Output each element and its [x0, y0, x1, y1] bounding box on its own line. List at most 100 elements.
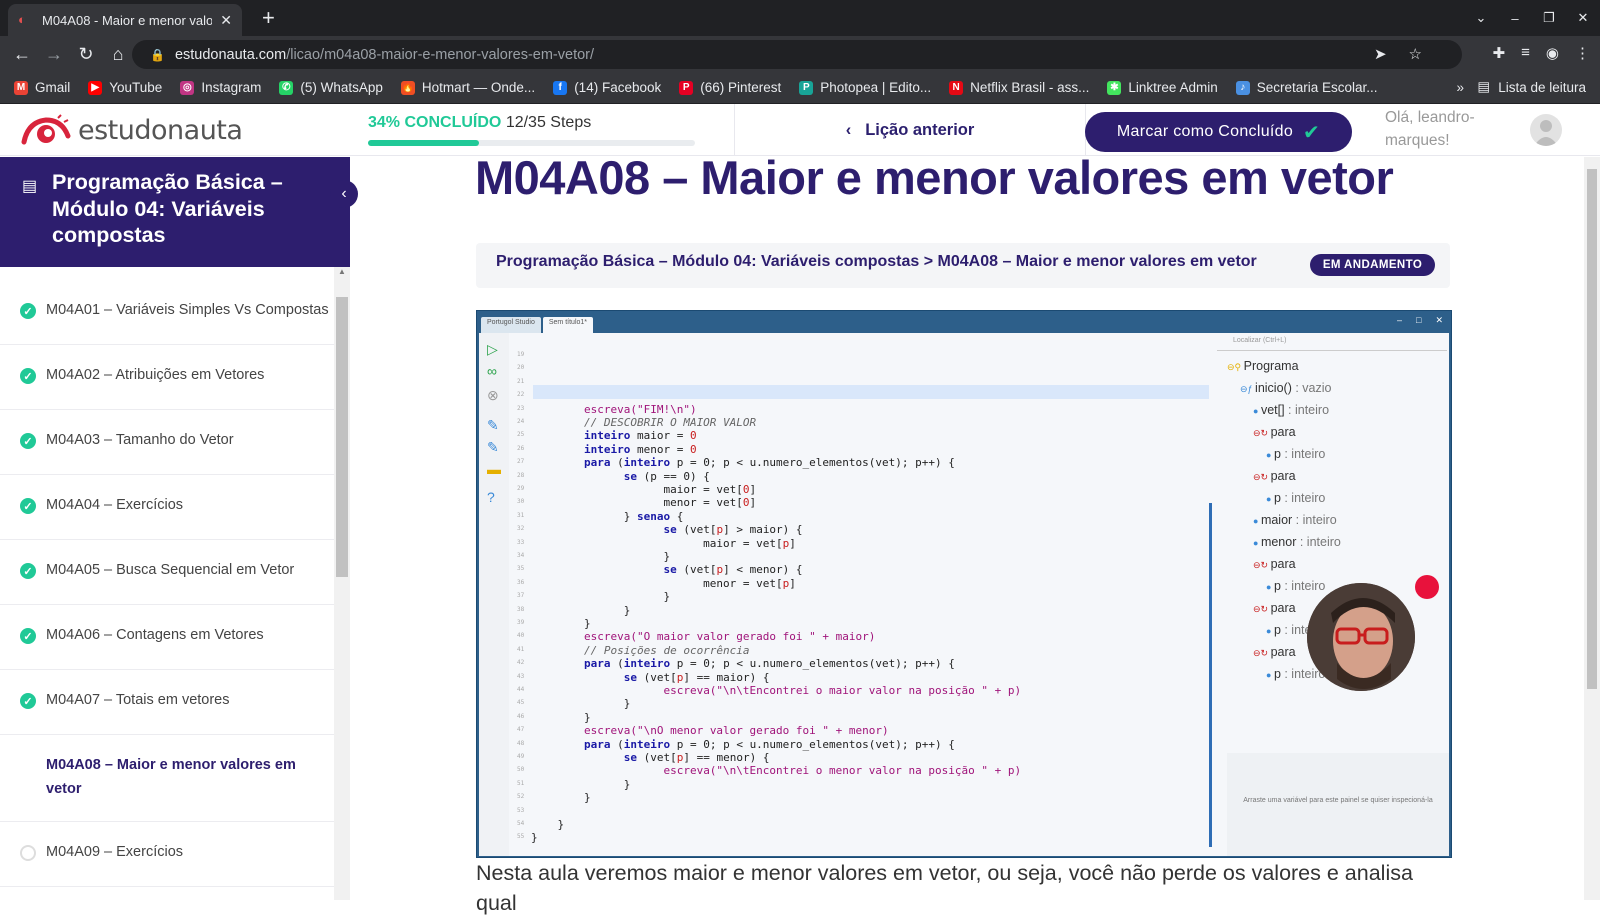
close-tab-icon[interactable]: ✕: [220, 12, 232, 29]
lesson-label: M04A07 – Totais em vetores: [46, 692, 230, 708]
estudonauta-logo[interactable]: estudonauta: [18, 112, 243, 148]
completed-check-icon: ✓: [20, 368, 36, 384]
bookmark-item[interactable]: N Netflix Brasil - ass...: [949, 80, 1089, 95]
bookmark-star-icon[interactable]: ☆: [1409, 45, 1422, 63]
sidebar-scroll-thumb[interactable]: [336, 297, 348, 577]
tree-node-icon: ⊖↻: [1253, 560, 1271, 570]
address-bar[interactable]: 🔒 estudonauta.com/licao/m04a08-maior-e-m…: [132, 40, 1462, 69]
send-icon[interactable]: ➤: [1374, 45, 1387, 63]
back-icon[interactable]: ←: [6, 44, 38, 65]
bookmark-favicon-icon: ◎: [180, 80, 195, 95]
lock-icon[interactable]: 🔒: [150, 48, 165, 62]
reload-icon[interactable]: ↻: [70, 44, 102, 65]
progress-percent: 34% CONCLUÍDO: [368, 114, 502, 131]
tree-node-label: vet[]: [1260, 403, 1285, 417]
more-bookmarks-icon[interactable]: »: [1456, 80, 1464, 95]
reading-list-button[interactable]: ▤ Lista de leitura: [1477, 79, 1586, 95]
media-icon[interactable]: ≡: [1521, 44, 1530, 62]
bookmark-favicon-icon: ✆: [279, 80, 294, 95]
bookmark-item[interactable]: P Photopea | Edito...: [799, 80, 931, 95]
bookmark-item[interactable]: ◎ Instagram: [180, 80, 261, 95]
bookmark-item[interactable]: ♪ Secretaria Escolar...: [1235, 80, 1378, 95]
user-avatar[interactable]: [1530, 114, 1562, 146]
bookmark-favicon-icon: f: [553, 80, 568, 95]
lesson-label: M04A04 – Exercícios: [46, 497, 184, 513]
lesson-item[interactable]: ✓ M04A02 – Atribuições em Vetores: [0, 345, 334, 410]
tree-node-label: para: [1270, 469, 1296, 483]
bookmark-item[interactable]: ✆ (5) WhatsApp: [279, 80, 383, 95]
toolbar-actions: ✚ ≡ ◉ ⋮: [1493, 44, 1590, 62]
mark-complete-button[interactable]: Marcar como Concluído ✔: [1085, 112, 1352, 152]
line-number: 35: [517, 565, 525, 573]
bookmark-label: Gmail: [35, 80, 71, 95]
line-number: 51: [517, 779, 525, 787]
extensions-icon[interactable]: ✚: [1493, 44, 1506, 62]
mark-complete-label: Marcar como Concluído: [1116, 123, 1294, 140]
scroll-up-icon[interactable]: ▲: [338, 267, 346, 276]
home-icon[interactable]: ⌂: [102, 44, 134, 65]
code-line: se (p == 0) {: [623, 469, 710, 483]
code-line: } senao {: [531, 509, 684, 523]
menu-icon[interactable]: ⋮: [1575, 44, 1590, 62]
tree-node-icon: ⊖↻: [1253, 472, 1271, 482]
tree-node-icon: ⊖↻: [1253, 428, 1271, 438]
lesson-item[interactable]: ✓ M04A05 – Busca Sequencial em Vetor: [0, 540, 334, 605]
lesson-item[interactable]: M04A08 – Maior e menor valores em vetor: [0, 735, 334, 822]
lesson-item[interactable]: ✓ M04A07 – Totais em vetores: [0, 670, 334, 735]
line-number: 37: [517, 592, 525, 600]
forward-icon[interactable]: →: [38, 44, 70, 65]
page-scrollbar[interactable]: [1584, 157, 1600, 900]
completed-check-icon: ✓: [20, 498, 36, 514]
lesson-item[interactable]: ✓ M04A04 – Exercícios: [0, 475, 334, 540]
restore-icon[interactable]: ❐: [1532, 10, 1566, 26]
tab-search-icon[interactable]: ⌄: [1464, 10, 1498, 26]
sidebar-collapse-button[interactable]: ‹: [330, 180, 358, 208]
lesson-item[interactable]: M04A09 – Exercícios: [0, 822, 334, 887]
code-line: para (inteiro p = 0; p < u.numero_elemen…: [583, 456, 955, 470]
tree-node-type: : vazio: [1291, 381, 1332, 395]
page-scroll-thumb[interactable]: [1587, 169, 1597, 689]
completed-check-icon: ✓: [20, 628, 36, 644]
reading-list-icon: ▤: [1477, 79, 1491, 94]
lesson-item[interactable]: ✓ M04A06 – Contagens em Vetores: [0, 605, 334, 670]
code-line: inteiro menor = 0: [583, 442, 697, 456]
bookmark-label: YouTube: [109, 80, 163, 95]
instructor-webcam: [1307, 583, 1415, 691]
code-line: escreva("\n\tEncontrei o maior valor na …: [663, 684, 1022, 697]
breadcrumb-text[interactable]: Programação Básica – Módulo 04: Variávei…: [496, 253, 1257, 271]
new-tab-icon[interactable]: +: [262, 6, 275, 30]
previous-lesson-button[interactable]: ‹ Lição anterior: [734, 104, 1086, 156]
close-window-icon[interactable]: ✕: [1566, 10, 1600, 26]
tree-node-type: : inteiro: [1280, 447, 1326, 461]
bookmark-item[interactable]: P (66) Pinterest: [679, 80, 781, 95]
ide-close-icon: ✕: [1435, 315, 1443, 325]
ide-maximize-icon: □: [1416, 315, 1422, 325]
line-number: 39: [517, 619, 525, 626]
code-line: escreva("\n\tEncontrei o menor valor na …: [663, 764, 1022, 778]
browser-tab-active[interactable]: ◐ M04A08 - Maior e menor valo ✕: [8, 4, 242, 36]
lesson-item[interactable]: ✓ M04A03 – Tamanho do Vetor: [0, 410, 334, 475]
code-line: }: [531, 550, 671, 563]
lesson-item[interactable]: ✓ M04A01 – Variáveis Simples Vs Compostas: [0, 280, 334, 345]
line-number: 49: [517, 753, 525, 760]
bookmark-favicon-icon: P: [679, 80, 694, 95]
minimize-icon[interactable]: –: [1498, 11, 1532, 26]
bookmark-item[interactable]: 🔥 Hotmart — Onde...: [400, 80, 535, 95]
course-title[interactable]: Programação Básica – Módulo 04: Variávei…: [52, 169, 312, 249]
reading-list-label: Lista de leitura: [1498, 79, 1586, 95]
code-line: }: [531, 710, 591, 724]
bookmark-item[interactable]: ✱ Linktree Admin: [1107, 80, 1218, 95]
profile-icon[interactable]: ◉: [1546, 44, 1559, 62]
bookmark-item[interactable]: ▶ YouTube: [88, 80, 162, 95]
bookmark-item[interactable]: M Gmail: [14, 80, 70, 95]
lesson-video[interactable]: Portugol Studio Sem título1* – □ ✕ ▷ ∞ ⊗ ✎ …: [476, 310, 1452, 858]
tree-node-type: : inteiro: [1296, 535, 1341, 549]
lesson-label: M04A01 – Variáveis Simples Vs Compostas: [46, 302, 329, 318]
tree-node: ● menor : inteiro: [1253, 535, 1341, 549]
line-number: 32: [517, 525, 525, 533]
status-badge: EM ANDAMENTO: [1310, 254, 1435, 276]
bookmark-item[interactable]: f (14) Facebook: [553, 80, 661, 95]
sidebar-scrollbar[interactable]: ▲: [334, 267, 350, 900]
line-number: 54: [517, 820, 525, 827]
line-number: 30: [517, 498, 525, 506]
